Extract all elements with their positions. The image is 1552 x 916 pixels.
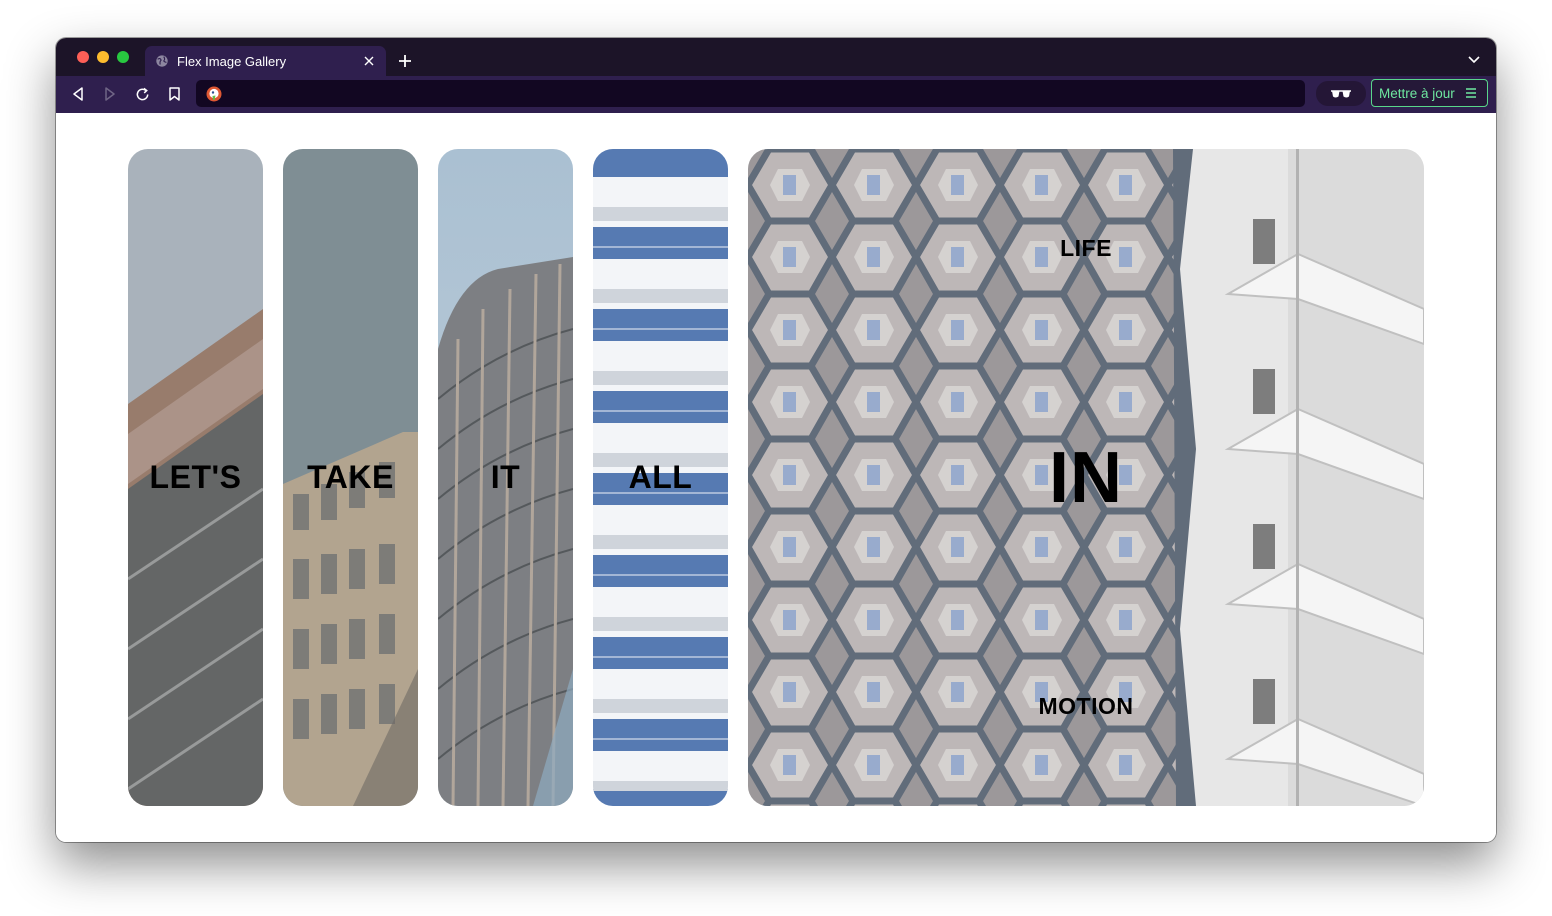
panel-word-main: IN [1049, 437, 1123, 518]
update-button[interactable]: Mettre à jour [1371, 79, 1488, 107]
gallery: LET'S TAKE IT ALL LIFE IN MOTION [56, 113, 1496, 842]
tab-active[interactable]: Flex Image Gallery [145, 46, 386, 76]
update-button-label: Mettre à jour [1379, 85, 1455, 101]
gallery-panel-2[interactable]: TAKE [283, 149, 418, 806]
browser-window: Flex Image Gallery Mettre à jour LET'S T… [56, 38, 1496, 842]
glasses-icon[interactable] [1316, 81, 1366, 106]
toolbar: Mettre à jour [56, 76, 1496, 113]
gallery-panel-3[interactable]: IT [438, 149, 573, 806]
panel-word: TAKE [307, 459, 394, 495]
reload-icon[interactable] [131, 83, 153, 105]
minimize-window-button[interactable] [97, 51, 109, 63]
url-bar[interactable] [196, 80, 1305, 107]
tab-title: Flex Image Gallery [177, 53, 287, 69]
bookmark-icon[interactable] [163, 83, 185, 105]
menu-icon [1465, 88, 1476, 98]
panel-word: IT [490, 459, 521, 495]
back-icon[interactable] [67, 83, 89, 105]
close-icon[interactable] [358, 50, 380, 72]
panel-word-top: LIFE [1060, 235, 1112, 261]
gallery-panel-5[interactable]: LIFE IN MOTION [748, 149, 1424, 806]
gallery-panel-1[interactable]: LET'S [128, 149, 263, 806]
gallery-panel-4[interactable]: ALL [593, 149, 728, 806]
duckduckgo-shield-icon [206, 86, 222, 102]
plus-icon[interactable] [394, 50, 416, 72]
panel-word-bottom: MOTION [1038, 693, 1134, 719]
close-window-button[interactable] [77, 51, 89, 63]
tab-bar: Flex Image Gallery [56, 38, 1496, 76]
panel-word: ALL [628, 459, 693, 495]
zoom-window-button[interactable] [117, 51, 129, 63]
panel-word: LET'S [149, 459, 242, 495]
forward-icon[interactable] [99, 83, 121, 105]
globe-icon [156, 55, 168, 67]
chevron-down-icon[interactable] [1464, 50, 1484, 70]
